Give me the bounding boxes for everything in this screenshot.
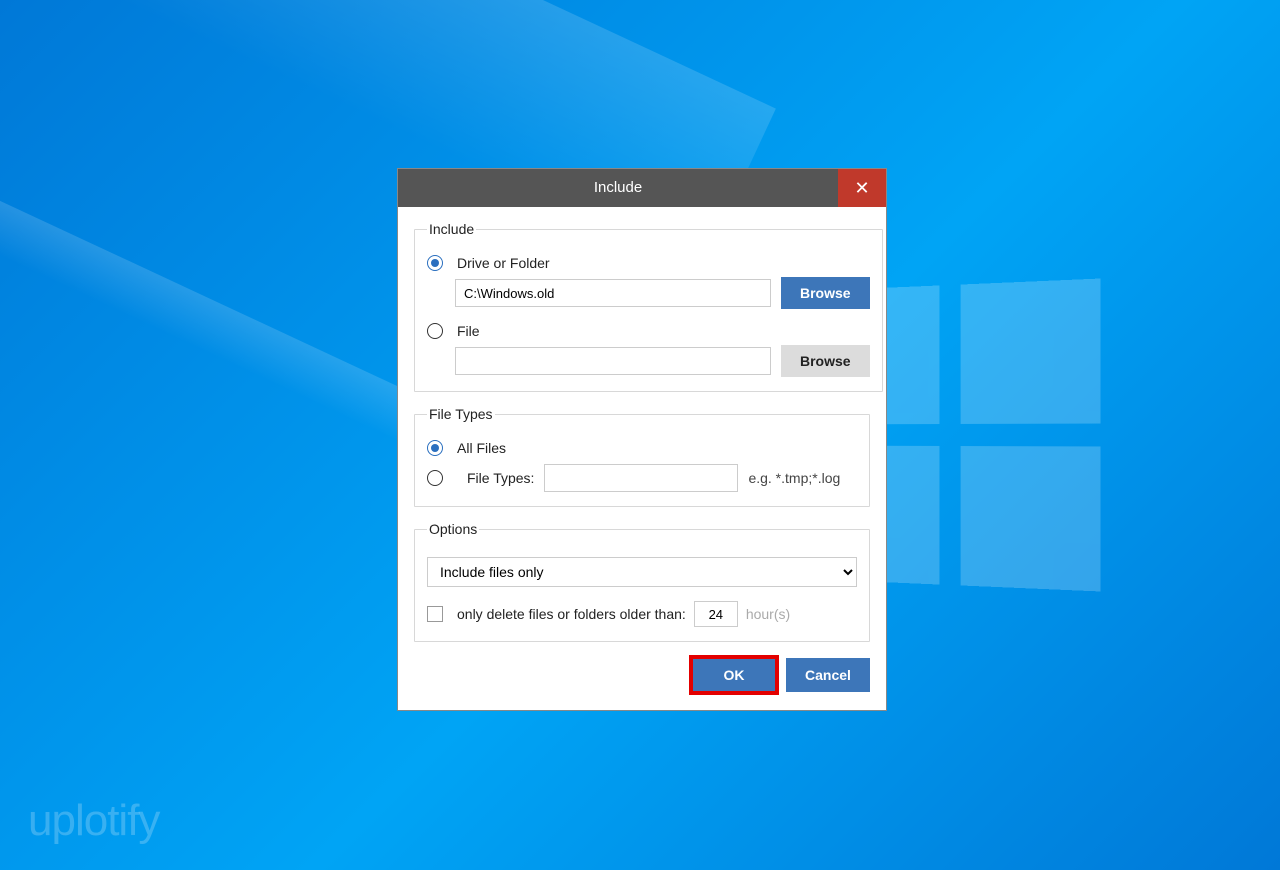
drive-browse-button[interactable]: Browse: [781, 277, 870, 309]
filetypes-label: File Types:: [467, 470, 534, 486]
filetypes-hint: e.g. *.tmp;*.log: [748, 470, 840, 486]
only-delete-label: only delete files or folders older than:: [457, 606, 686, 622]
watermark: uplotify: [28, 796, 159, 846]
options-fieldset: Options Include files only only delete f…: [414, 521, 870, 642]
close-button[interactable]: ✕: [838, 169, 886, 207]
options-legend: Options: [427, 521, 479, 537]
drive-or-folder-label: Drive or Folder: [457, 255, 550, 271]
include-legend: Include: [427, 221, 476, 237]
file-label: File: [457, 323, 480, 339]
filetypes-radio[interactable]: [427, 470, 443, 486]
ok-button[interactable]: OK: [692, 658, 776, 692]
drive-or-folder-input[interactable]: [455, 279, 771, 307]
options-select[interactable]: Include files only: [427, 557, 857, 587]
filetypes-input[interactable]: [544, 464, 738, 492]
only-delete-unit: hour(s): [746, 606, 790, 622]
include-fieldset: Include Drive or Folder Browse File Brow…: [414, 221, 883, 392]
filetypes-fieldset: File Types All Files File Types: e.g. *.…: [414, 406, 870, 507]
drive-or-folder-radio[interactable]: [427, 255, 443, 271]
cancel-button[interactable]: Cancel: [786, 658, 870, 692]
dialog-actions: OK Cancel: [414, 658, 870, 692]
dialog-title: Include: [398, 169, 838, 207]
include-dialog: Include ✕ Include Drive or Folder Browse…: [397, 168, 887, 711]
titlebar: Include ✕: [398, 169, 886, 207]
file-input[interactable]: [455, 347, 771, 375]
file-radio[interactable]: [427, 323, 443, 339]
all-files-radio[interactable]: [427, 440, 443, 456]
only-delete-checkbox[interactable]: [427, 606, 443, 622]
all-files-label: All Files: [457, 440, 506, 456]
file-browse-button[interactable]: Browse: [781, 345, 870, 377]
only-delete-value[interactable]: [694, 601, 738, 627]
filetypes-legend: File Types: [427, 406, 495, 422]
